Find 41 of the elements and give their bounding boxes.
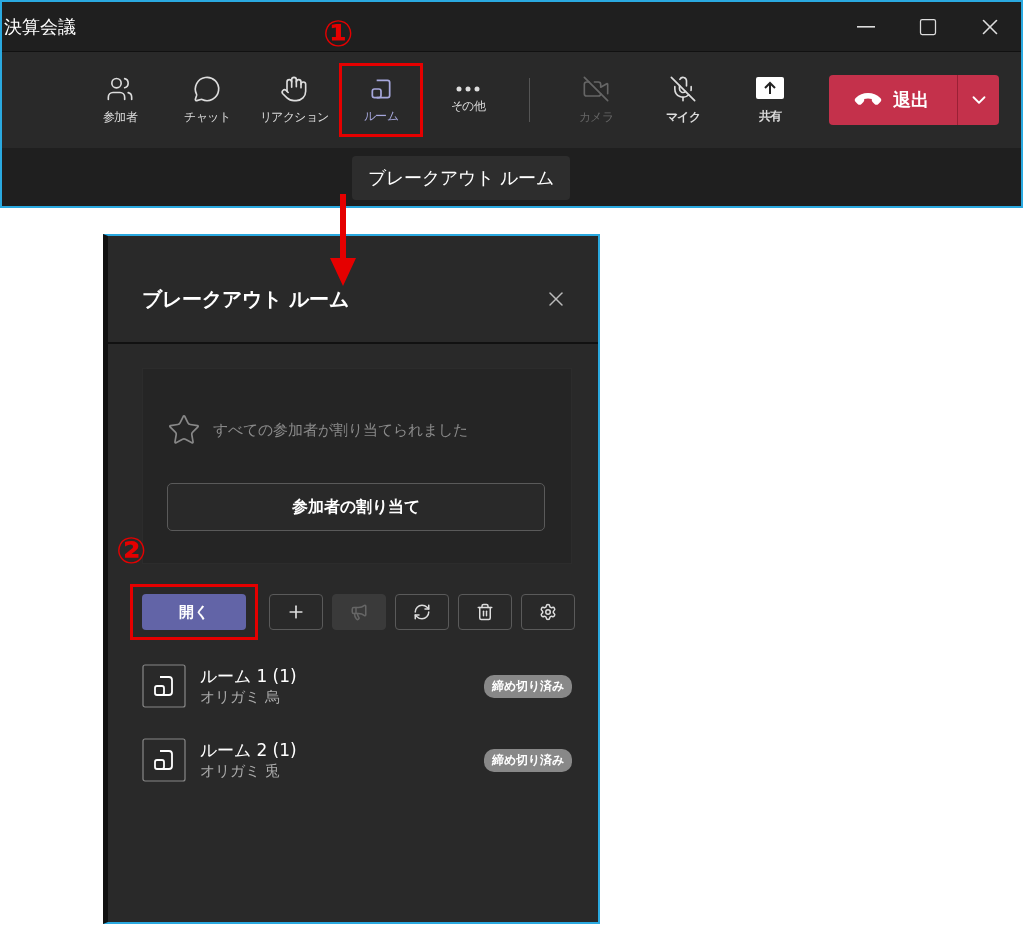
assign-participants-button[interactable]: 参加者の割り当て [167,483,545,531]
panel-title: ブレークアウト ルーム [142,285,349,313]
toolbar-button[interactable]: ルーム [339,63,423,137]
toolbar-button[interactable]: 共有 [728,63,812,137]
status-message: すべての参加者が割り当てられました [213,420,468,440]
action-button[interactable] [395,594,449,630]
step-marker: ① [323,16,354,52]
room-participant: オリガミ 兎 [200,762,281,781]
action-button[interactable] [458,594,512,630]
status-badge: 締め切り済み [484,748,572,772]
refresh-icon [413,603,431,621]
star-icon [167,413,201,447]
hand-icon [280,74,308,103]
room-name: ルーム 1 (1) [200,665,298,688]
toolbar-button[interactable]: マイク [641,63,725,137]
step-marker: ② [116,533,147,569]
toolbar-button[interactable]: チャット [165,63,249,137]
room-icon [142,664,186,708]
status-badge: 締め切り済み [484,674,572,698]
share-icon [755,75,785,102]
more-icon [456,85,480,92]
room-icon [142,738,186,782]
toolbar-button[interactable]: 参加者 [78,63,162,137]
toolbar-button[interactable]: その他 [426,63,510,137]
room-name: ルーム 2 (1) [200,739,298,762]
leave-button[interactable]: 退出 [829,75,957,125]
open-button[interactable]: 開く [142,594,246,630]
settings-icon [539,603,557,621]
action-button[interactable] [269,594,323,630]
maximize-icon [918,16,938,37]
mic-off-icon [669,74,697,103]
room-participant: オリガミ 烏 [200,688,281,707]
tooltip: ブレークアウト ルーム [352,156,570,200]
minimize-icon [857,25,875,28]
camera-off-icon [582,74,610,103]
chat-icon [193,74,221,103]
window-title: 決算会議 [4,14,76,39]
action-button[interactable] [521,594,575,630]
trash-icon [476,603,494,621]
megaphone-icon [350,603,368,621]
toolbar-button[interactable]: リアクション [252,63,336,137]
